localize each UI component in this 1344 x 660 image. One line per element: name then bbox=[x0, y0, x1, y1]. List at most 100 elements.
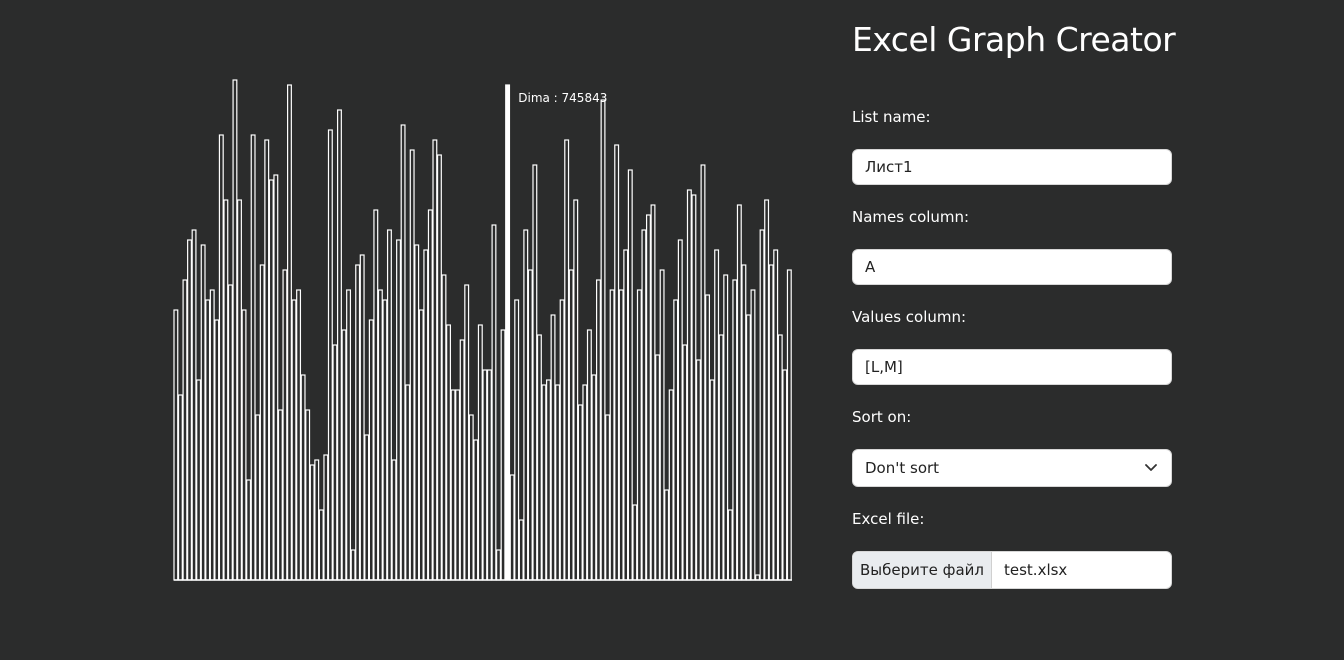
chart-bar[interactable] bbox=[418, 309, 424, 581]
chart-bar[interactable] bbox=[705, 294, 710, 581]
chart-bar[interactable] bbox=[636, 289, 642, 581]
choose-file-button[interactable]: Выберите файл bbox=[853, 552, 992, 588]
chart-bar[interactable] bbox=[532, 164, 538, 581]
chart-bar[interactable] bbox=[527, 269, 533, 581]
chart-bar[interactable] bbox=[677, 239, 683, 581]
chart-bar[interactable] bbox=[582, 384, 588, 581]
chart-bar[interactable] bbox=[264, 139, 270, 581]
chart-bar[interactable] bbox=[277, 409, 283, 581]
chart-bar[interactable] bbox=[736, 204, 742, 581]
chart-bar[interactable] bbox=[241, 309, 247, 581]
chart-bar[interactable] bbox=[595, 279, 601, 581]
chart-bar[interactable] bbox=[350, 549, 356, 581]
chart-bar[interactable] bbox=[173, 309, 179, 581]
chart-bar[interactable] bbox=[755, 574, 760, 581]
chart-bar[interactable] bbox=[523, 229, 529, 581]
chart-bar[interactable] bbox=[305, 409, 311, 581]
chart-bar[interactable] bbox=[550, 314, 556, 581]
chart-bar[interactable] bbox=[659, 269, 665, 581]
chart-bar[interactable] bbox=[382, 299, 388, 581]
chart-bar[interactable] bbox=[191, 229, 197, 581]
chart-bar[interactable] bbox=[627, 169, 633, 581]
chart-bar[interactable] bbox=[782, 369, 788, 581]
chart-bar[interactable] bbox=[564, 139, 570, 581]
chart-bar[interactable] bbox=[673, 299, 679, 581]
chart-bar[interactable] bbox=[623, 249, 629, 581]
chart-bar[interactable] bbox=[368, 319, 374, 581]
chart-bar[interactable] bbox=[314, 459, 320, 581]
chart-bar[interactable] bbox=[450, 389, 456, 581]
chart-bar[interactable] bbox=[714, 249, 720, 581]
chart-bar[interactable] bbox=[496, 549, 501, 581]
chart-bar[interactable] bbox=[296, 289, 302, 581]
chart-bar[interactable] bbox=[491, 224, 497, 581]
chart-bar[interactable] bbox=[332, 344, 338, 581]
chart-bar[interactable] bbox=[668, 389, 674, 581]
chart-bar[interactable] bbox=[255, 414, 261, 581]
chart-bar-highlighted[interactable] bbox=[505, 84, 511, 581]
chart-bar[interactable] bbox=[777, 334, 783, 581]
chart-bar[interactable] bbox=[723, 274, 729, 581]
excel-file-input[interactable]: Выберите файл test.xlsx bbox=[852, 551, 1172, 589]
chart-bar[interactable] bbox=[741, 264, 747, 581]
values-column-input[interactable]: [L,M] bbox=[852, 349, 1172, 385]
chart-bar[interactable] bbox=[309, 464, 315, 581]
chart-bar[interactable] bbox=[400, 124, 406, 581]
chart-bar[interactable] bbox=[477, 324, 483, 581]
chart-bar[interactable] bbox=[287, 84, 292, 581]
chart-bar[interactable] bbox=[600, 99, 606, 581]
sort-on-select[interactable]: Don't sort bbox=[852, 449, 1172, 487]
chart-bar[interactable] bbox=[427, 209, 433, 581]
chart-bar[interactable] bbox=[645, 214, 651, 581]
chart-bar[interactable] bbox=[464, 284, 470, 581]
chart-bar[interactable] bbox=[514, 299, 520, 581]
chart-bar[interactable] bbox=[196, 379, 202, 581]
chart-bar[interactable] bbox=[259, 264, 265, 581]
chart-bar[interactable] bbox=[609, 289, 615, 581]
chart-bar[interactable] bbox=[182, 279, 188, 581]
chart-bar[interactable] bbox=[605, 414, 611, 581]
chart-bar[interactable] bbox=[282, 269, 288, 581]
chart-bar[interactable] bbox=[459, 339, 465, 581]
chart-bar[interactable] bbox=[536, 334, 542, 581]
chart-bar[interactable] bbox=[573, 199, 579, 581]
chart-bar[interactable] bbox=[441, 274, 447, 581]
chart-bar[interactable] bbox=[214, 319, 220, 581]
chart-bar[interactable] bbox=[546, 379, 551, 581]
chart-bar[interactable] bbox=[205, 299, 211, 581]
chart-bar[interactable] bbox=[559, 299, 565, 581]
chart-bar[interactable] bbox=[700, 164, 706, 581]
chart-bar[interactable] bbox=[377, 289, 383, 581]
chart-bar[interactable] bbox=[718, 334, 724, 581]
chart-bar[interactable] bbox=[632, 504, 638, 581]
chart-bar[interactable] bbox=[664, 489, 670, 581]
chart-bar[interactable] bbox=[391, 459, 397, 581]
chart-bar[interactable] bbox=[446, 324, 451, 581]
list-name-input[interactable]: Лист1 bbox=[852, 149, 1172, 185]
chart-bar[interactable] bbox=[396, 239, 402, 581]
chart-bar[interactable] bbox=[414, 244, 420, 581]
chart-bar[interactable] bbox=[618, 289, 624, 581]
chart-bar[interactable] bbox=[218, 134, 224, 581]
chart-bar[interactable] bbox=[732, 279, 738, 581]
chart-bar[interactable] bbox=[468, 414, 474, 581]
chart-bar[interactable] bbox=[187, 239, 192, 581]
chart-bar[interactable] bbox=[764, 199, 770, 581]
chart-bar[interactable] bbox=[250, 134, 256, 581]
chart-bar[interactable] bbox=[405, 384, 411, 581]
chart-bar[interactable] bbox=[346, 289, 352, 581]
chart-bar[interactable] bbox=[577, 404, 583, 581]
chart-bar[interactable] bbox=[486, 369, 492, 581]
chart-bar[interactable] bbox=[177, 394, 183, 581]
chart-bar[interactable] bbox=[568, 269, 574, 581]
chart-bar[interactable] bbox=[591, 374, 597, 581]
chart-bar[interactable] bbox=[432, 139, 438, 581]
chart-bar[interactable] bbox=[341, 329, 347, 581]
chart-bar[interactable] bbox=[318, 509, 324, 581]
chart-bar[interactable] bbox=[291, 299, 297, 581]
chart-bar[interactable] bbox=[655, 354, 661, 581]
chart-bar[interactable] bbox=[327, 129, 333, 581]
chart-bar[interactable] bbox=[786, 269, 792, 581]
chart-bar[interactable] bbox=[436, 154, 442, 581]
chart-bar[interactable] bbox=[518, 519, 524, 581]
